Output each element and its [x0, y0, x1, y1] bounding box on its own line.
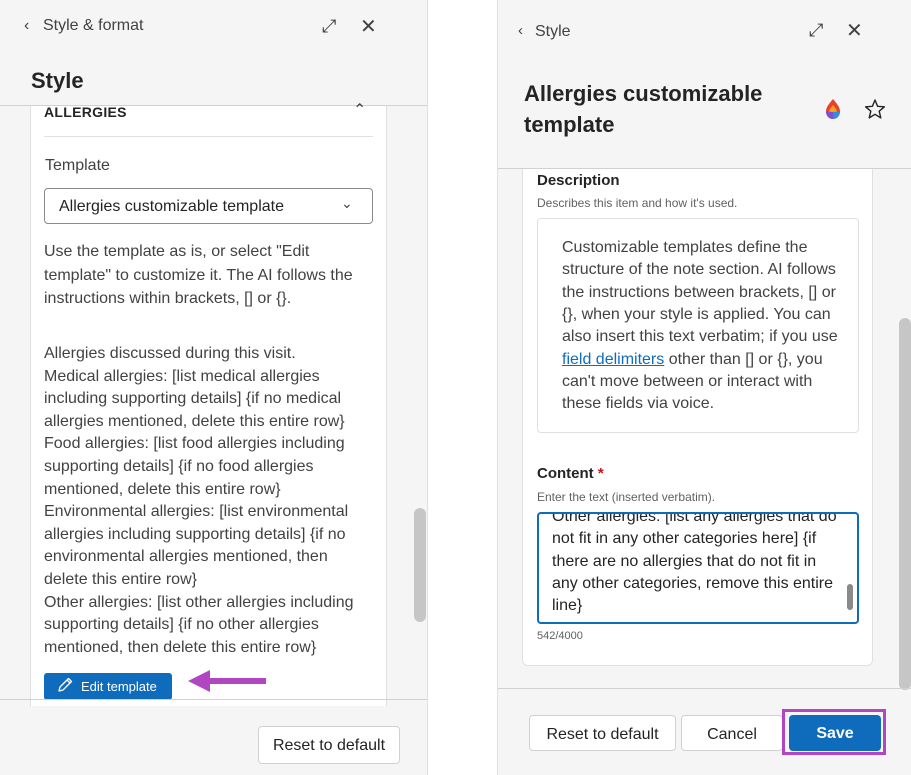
- description-line: field delimiters other than [] or {}, yo…: [562, 349, 823, 371]
- annotation-arrow-icon: [188, 670, 266, 692]
- reset-to-default-label: Reset to default: [546, 726, 659, 743]
- description-line-text: structure of the note section. AI follow…: [562, 261, 836, 279]
- edit-template-label: Edit template: [81, 679, 157, 694]
- reset-to-default-button[interactable]: Reset to default: [258, 726, 400, 764]
- back-link-style[interactable]: Style: [535, 23, 571, 41]
- template-line: environmental allergies mentioned, then: [44, 548, 328, 566]
- cancel-button[interactable]: Cancel: [681, 715, 783, 751]
- description-line: the instructions between brackets, [] or: [562, 282, 836, 304]
- chevron-up-icon[interactable]: ⌃: [353, 100, 366, 120]
- description-label: Description: [537, 172, 620, 189]
- template-line: including supporting details] {if no med…: [44, 390, 342, 408]
- copilot-icon: [826, 99, 840, 119]
- template-line: Food allergies: [list food allergies inc…: [44, 435, 345, 453]
- template-line: Medical allergies: [list medical allergi…: [44, 367, 320, 385]
- section-heading-allergies[interactable]: ALLERGIES: [44, 104, 127, 120]
- template-line: allergies mentioned, delete this entire …: [44, 412, 345, 430]
- content-line: Other allergies: [list any allergies tha…: [552, 512, 837, 525]
- template-dropdown[interactable]: Allergies customizable template ⌄: [44, 188, 373, 224]
- template-line: Other allergies: [list other allergies i…: [44, 593, 354, 611]
- required-marker: *: [597, 465, 604, 482]
- description-line: structure of the note section. AI follow…: [562, 259, 836, 281]
- template-line: mentioned, then delete this entire row}: [44, 638, 317, 656]
- section-divider: [44, 136, 373, 137]
- reset-to-default-label: Reset to default: [272, 737, 386, 754]
- edit-template-button[interactable]: Edit template: [44, 673, 172, 700]
- template-line: supporting details] {if no food allergie…: [44, 458, 314, 475]
- page-title: Style: [31, 68, 84, 93]
- save-button[interactable]: Save: [789, 715, 881, 751]
- description-line: can't move between or interact with: [562, 371, 812, 393]
- content-label: Content *: [537, 465, 604, 482]
- content-textarea[interactable]: Other allergies: [list any allergies tha…: [537, 512, 859, 624]
- scrollbar[interactable]: [899, 318, 911, 690]
- template-line: delete this entire row}: [44, 571, 197, 588]
- description-line: Customizable templates define the: [562, 237, 807, 259]
- pencil-icon: [58, 677, 73, 692]
- back-chevron-icon[interactable]: ‹: [24, 17, 29, 35]
- chevron-down-icon: ⌄: [341, 195, 353, 211]
- textarea-scrollbar[interactable]: [847, 584, 853, 610]
- expand-icon[interactable]: ⤢: [809, 20, 823, 41]
- description-line-text: other than [] or {}, you: [664, 350, 823, 368]
- description-line-text: the instructions between brackets, [] or: [562, 283, 836, 301]
- close-icon[interactable]: ✕: [846, 18, 863, 43]
- style-format-panel: ‹ Style & format ⤢ ✕ Style ALLERGIES ⌃ T…: [0, 0, 428, 775]
- template-line: mentioned, delete this entire row}: [44, 480, 281, 498]
- scrollbar[interactable]: [414, 508, 426, 622]
- content-line: not fit in any other categories here] {i…: [552, 530, 817, 548]
- character-counter: 542/4000: [537, 630, 583, 642]
- content-label-text: Content: [537, 465, 594, 482]
- expand-icon[interactable]: ⤢: [322, 16, 336, 37]
- style-editor-panel: ‹ Style ⤢ ✕ Allergies customizable templ…: [497, 0, 911, 775]
- save-label: Save: [816, 725, 854, 742]
- description-line-text: Customizable templates define the: [562, 239, 808, 256]
- template-line: allergies including supporting details] …: [44, 525, 346, 543]
- template-line: supporting details] {if no other allergi…: [44, 616, 319, 634]
- field-delimiters-link[interactable]: field delimiters: [562, 351, 664, 368]
- page-title: Allergies customizable template: [524, 81, 763, 137]
- header-divider: [498, 168, 911, 169]
- template-dropdown-value: Allergies customizable template: [59, 198, 284, 215]
- star-icon[interactable]: [864, 98, 886, 120]
- description-line-text: {}, when your style is applied. You can: [562, 305, 831, 323]
- description-line-text: these fields via voice.: [562, 395, 715, 413]
- back-chevron-icon[interactable]: ‹: [518, 22, 523, 39]
- description-line-text: can't move between or interact with: [562, 372, 813, 390]
- description-line: also insert this text verbatim; if you u…: [562, 326, 838, 348]
- template-label: Template: [45, 157, 110, 174]
- back-link-style-format[interactable]: Style & format: [43, 17, 143, 35]
- reset-to-default-button[interactable]: Reset to default: [529, 715, 676, 751]
- description-line-text: also insert this text verbatim; if you u…: [562, 328, 838, 346]
- footer-divider: [498, 688, 911, 689]
- description-line: {}, when your style is applied. You can: [562, 304, 831, 326]
- close-icon[interactable]: ✕: [360, 14, 377, 39]
- template-help-text: Use the template as is, or select "Edit …: [44, 243, 353, 307]
- content-line: there are no allergies that do not fit i…: [552, 552, 817, 570]
- template-line: Environmental allergies: [list environme…: [44, 503, 349, 521]
- description-hint: Describes this item and how it's used.: [537, 196, 738, 210]
- content-hint: Enter the text (inserted verbatim).: [537, 490, 716, 504]
- content-line: any other categories, remove this entire: [552, 574, 834, 592]
- template-line: Allergies discussed during this visit.: [44, 345, 296, 362]
- description-line: these fields via voice.: [562, 393, 714, 415]
- footer-divider: [0, 699, 427, 700]
- cancel-label: Cancel: [707, 726, 757, 743]
- content-line: line}: [552, 597, 583, 615]
